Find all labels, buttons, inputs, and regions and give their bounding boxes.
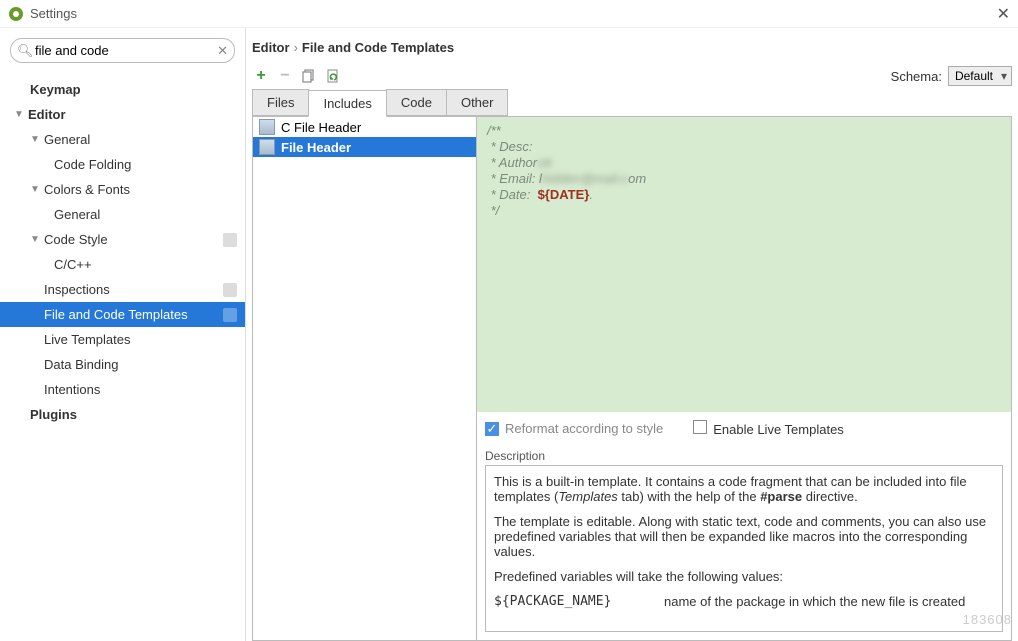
tree-keymap[interactable]: Keymap — [0, 77, 245, 102]
tree-editor[interactable]: ▼Editor — [0, 102, 245, 127]
tree-cf-general[interactable]: General — [0, 202, 245, 227]
template-item[interactable]: C File Header — [253, 117, 476, 137]
watermark: 183608 — [963, 612, 1012, 627]
tree-general[interactable]: ▼General — [0, 127, 245, 152]
chevron-down-icon: ▼ — [14, 109, 26, 120]
breadcrumb: Editor›File and Code Templates — [246, 28, 1018, 63]
tree-data-binding[interactable]: Data Binding — [0, 352, 245, 377]
reformat-checkbox[interactable]: ✓Reformat according to style — [485, 421, 663, 436]
tree-c-cpp[interactable]: C/C++ — [0, 252, 245, 277]
add-icon[interactable]: + — [252, 67, 270, 85]
tree-code-style[interactable]: ▼Code Style — [0, 227, 245, 252]
enable-live-templates-checkbox[interactable]: Enable Live Templates — [693, 420, 844, 437]
tab-other[interactable]: Other — [446, 89, 509, 116]
tree-plugins[interactable]: Plugins — [0, 402, 245, 427]
checkbox-unchecked-icon — [693, 420, 707, 434]
chevron-down-icon: ▼ — [30, 134, 42, 145]
tab-bar: Files Includes Code Other — [252, 89, 1012, 117]
clear-search-icon[interactable]: ✕ — [217, 43, 228, 59]
file-icon — [259, 119, 275, 135]
close-icon[interactable]: ✕ — [997, 4, 1010, 24]
reset-icon[interactable] — [324, 69, 342, 83]
tab-code[interactable]: Code — [386, 89, 447, 116]
tree-inspections[interactable]: Inspections — [0, 277, 245, 302]
file-icon — [259, 139, 275, 155]
chevron-down-icon: ▼ — [30, 184, 42, 195]
search-box[interactable]: 🔍︎ ✕ — [10, 38, 235, 63]
tree-live-templates[interactable]: Live Templates — [0, 327, 245, 352]
settings-tree: Keymap ▼Editor ▼General Code Folding ▼Co… — [0, 73, 245, 641]
tree-file-and-code-templates[interactable]: File and Code Templates — [0, 302, 245, 327]
chevron-right-icon: › — [294, 40, 298, 55]
schema-select[interactable]: Default — [948, 66, 1012, 86]
app-logo-icon — [8, 6, 24, 22]
search-icon: 🔍︎ — [17, 43, 34, 59]
tree-code-folding[interactable]: Code Folding — [0, 152, 245, 177]
search-input[interactable] — [10, 38, 235, 63]
schema-label: Schema: — [891, 69, 942, 84]
project-badge-icon — [223, 308, 237, 322]
template-list: C File Header File Header — [252, 117, 477, 641]
project-badge-icon — [223, 283, 237, 297]
description-label: Description — [477, 445, 1011, 465]
tab-files[interactable]: Files — [252, 89, 309, 116]
remove-icon: − — [276, 67, 294, 85]
tab-includes[interactable]: Includes — [308, 90, 386, 117]
tree-colors-fonts[interactable]: ▼Colors & Fonts — [0, 177, 245, 202]
template-item[interactable]: File Header — [253, 137, 476, 157]
chevron-down-icon: ▼ — [30, 234, 42, 245]
checkbox-checked-icon: ✓ — [485, 422, 499, 436]
copy-icon[interactable] — [300, 69, 318, 83]
description-box: This is a built-in template. It contains… — [485, 465, 1003, 632]
window-title: Settings — [30, 6, 997, 21]
template-editor[interactable]: /** * Desc: * Authorott * Email: lhidden… — [477, 117, 1011, 412]
tree-intentions[interactable]: Intentions — [0, 377, 245, 402]
project-badge-icon — [223, 233, 237, 247]
